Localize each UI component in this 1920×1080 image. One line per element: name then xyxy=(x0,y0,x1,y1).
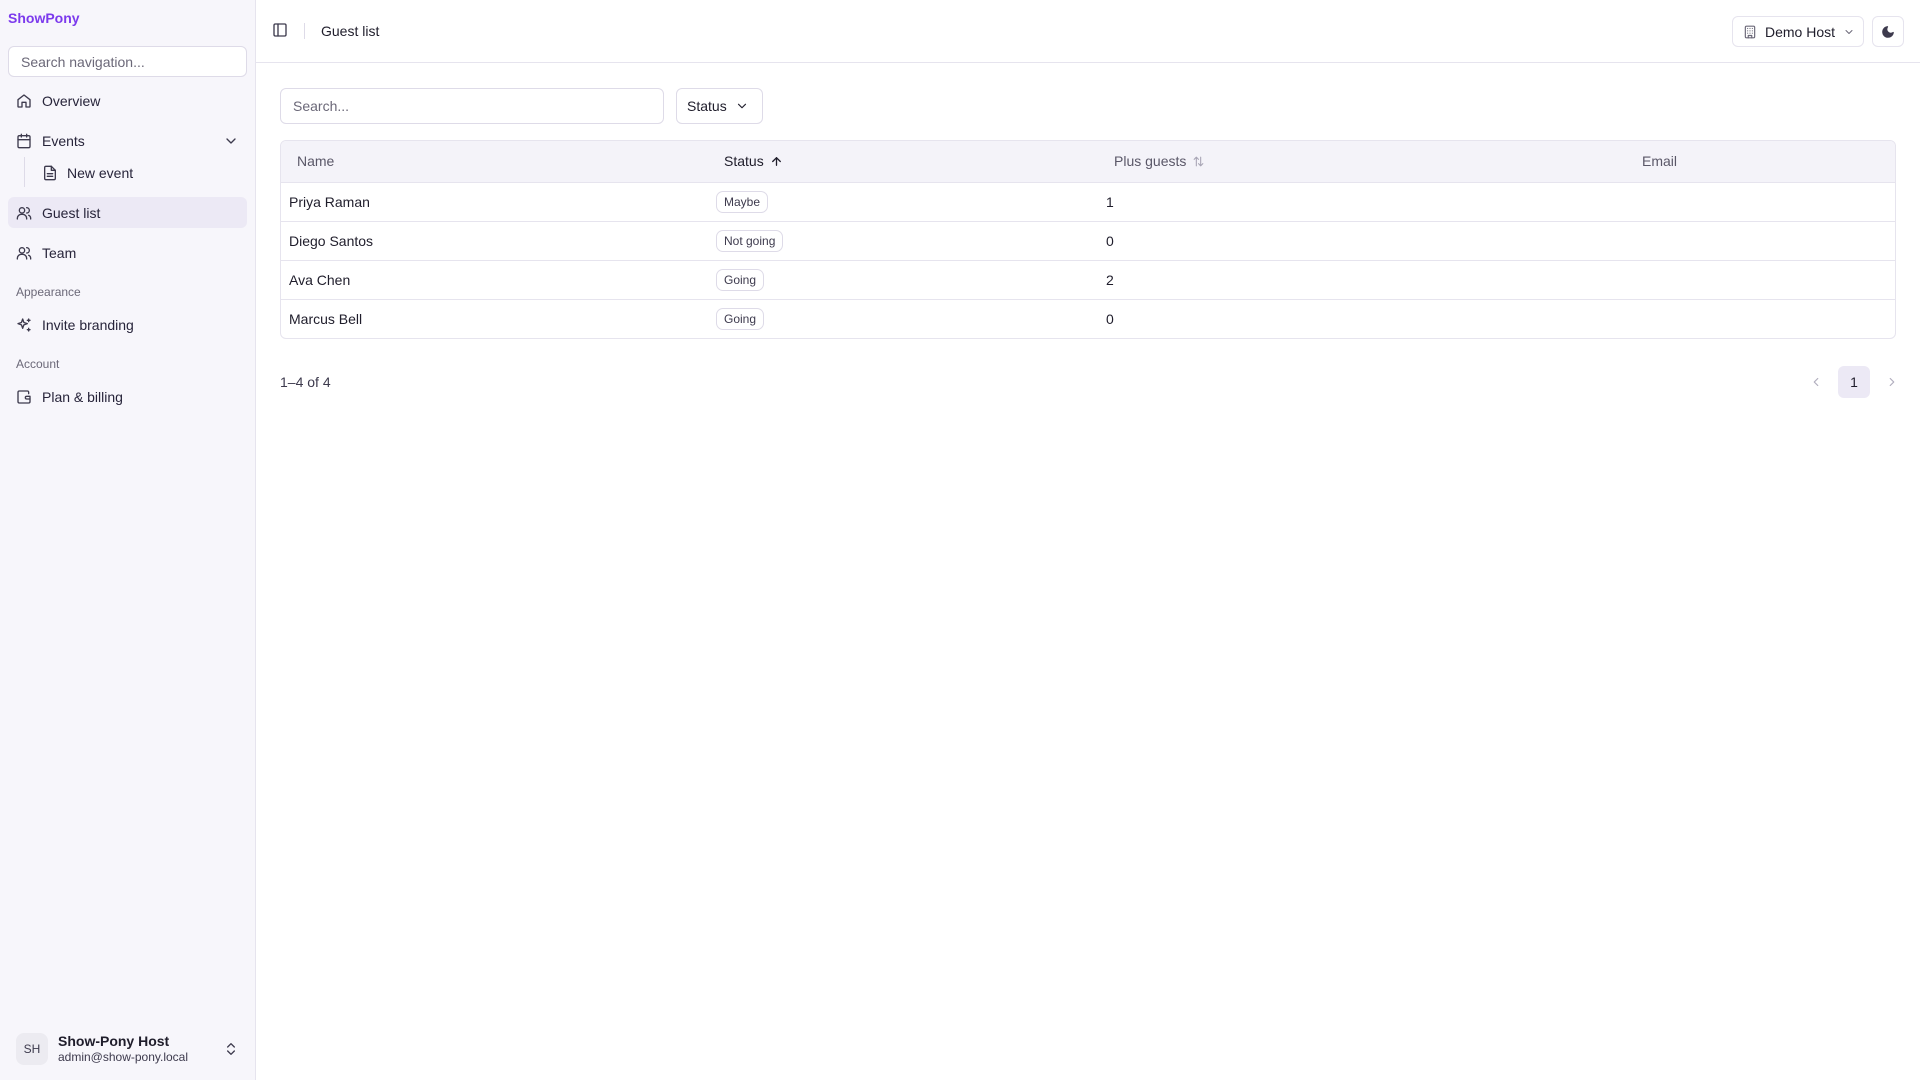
status-filter-label: Status xyxy=(687,98,727,114)
user-menu[interactable]: SH Show-Pony Host admin@show-pony.local xyxy=(8,1026,247,1072)
table-row[interactable]: Marcus Bell Going 0 xyxy=(281,299,1895,338)
sidebar-item-new-event[interactable]: New event xyxy=(40,157,247,188)
column-header-email: Email xyxy=(1626,141,1895,183)
sidebar-item-label: Invite branding xyxy=(42,316,134,333)
cell-plus-guests: 1 xyxy=(1106,193,1114,210)
top-bar: Guest list Demo Host xyxy=(256,0,1920,63)
status-badge: Going xyxy=(716,307,765,330)
table-row[interactable]: Priya Raman Maybe 1 xyxy=(281,182,1895,221)
status-badge: Not going xyxy=(716,229,784,252)
table-row[interactable]: Ava Chen Going 2 xyxy=(281,260,1895,299)
cell-plus-guests: 2 xyxy=(1106,271,1114,288)
sidebar-item-overview[interactable]: Overview xyxy=(8,85,247,116)
page-title: Guest list xyxy=(321,23,380,39)
sidebar-item-label: Overview xyxy=(42,92,101,109)
status-badge: Maybe xyxy=(716,190,769,213)
cell-plus-guests: 0 xyxy=(1106,310,1114,327)
sidebar-item-label: Guest list xyxy=(42,204,101,221)
page-number-button[interactable]: 1 xyxy=(1838,366,1870,398)
navigation-search-input[interactable] xyxy=(8,46,247,77)
cell-status: Going xyxy=(708,260,1098,299)
guest-table: Name Status Plus guests Email Priya Rama… xyxy=(280,140,1896,339)
chevron-left-icon xyxy=(1813,377,1819,387)
header-divider xyxy=(304,23,305,39)
sidebar-toggle-icon[interactable] xyxy=(272,22,288,38)
cell-email xyxy=(1626,260,1895,299)
sidebar-item-guest-list[interactable]: Guest list xyxy=(8,197,247,228)
section-label-account: Account xyxy=(16,357,60,371)
guest-search-input[interactable] xyxy=(280,88,664,124)
cell-name: Priya Raman xyxy=(289,193,370,210)
document-icon xyxy=(44,165,56,180)
cell-email xyxy=(1626,182,1895,221)
section-label-appearance: Appearance xyxy=(16,285,81,299)
calendar-icon xyxy=(17,133,31,148)
avatar: SH xyxy=(16,1033,48,1065)
sidebar-item-invite-branding[interactable]: Invite branding xyxy=(8,309,247,340)
column-header-label: Status xyxy=(724,153,764,170)
column-header-label: Name xyxy=(297,153,335,170)
cell-status: Maybe xyxy=(708,182,1098,221)
column-header-label: Email xyxy=(1642,153,1678,170)
arrow-up-icon xyxy=(771,156,781,166)
theme-toggle-button[interactable] xyxy=(1872,16,1904,47)
previous-page-button[interactable] xyxy=(1802,367,1830,397)
cell-name: Ava Chen xyxy=(289,271,351,288)
host-label: Demo Host xyxy=(1765,23,1836,40)
sidebar-item-label: Events xyxy=(42,132,85,149)
chevron-down-icon[interactable] xyxy=(223,133,239,149)
chevron-down-icon xyxy=(737,103,746,109)
host-switcher-button[interactable]: Demo Host xyxy=(1732,16,1864,47)
sidebar-item-team[interactable]: Team xyxy=(8,237,247,268)
users-icon xyxy=(16,246,32,260)
cell-plus-guests: 0 xyxy=(1106,232,1114,249)
column-header-status[interactable]: Status xyxy=(708,141,1098,183)
sparkles-icon xyxy=(17,317,31,332)
sidebar-item-label: New event xyxy=(67,164,134,181)
chevron-down-icon xyxy=(1845,29,1853,34)
users-icon xyxy=(16,206,32,220)
user-name: Show-Pony Host xyxy=(58,1033,170,1049)
chevrons-up-down-icon xyxy=(227,1043,235,1055)
column-header-plus-guests[interactable]: Plus guests xyxy=(1098,141,1626,183)
sidebar-item-label: Team xyxy=(42,244,77,261)
sidebar-item-events[interactable]: Events xyxy=(8,125,247,156)
user-email: admin@show-pony.local xyxy=(58,1050,189,1064)
sidebar-item-label: Plan & billing xyxy=(42,388,123,405)
building-icon xyxy=(1744,25,1756,38)
moon-icon xyxy=(1882,25,1894,38)
table-row[interactable]: Diego Santos Not going 0 xyxy=(281,221,1895,260)
wallet-icon xyxy=(17,389,31,404)
pagination-range: 1–4 of 4 xyxy=(280,374,331,390)
next-page-button[interactable] xyxy=(1878,367,1906,397)
cell-status: Not going xyxy=(708,221,1098,260)
status-filter-button[interactable]: Status xyxy=(676,88,763,124)
status-badge: Going xyxy=(716,268,765,291)
cell-name: Marcus Bell xyxy=(289,310,363,327)
submenu-divider xyxy=(24,157,25,187)
cell-email xyxy=(1626,221,1895,260)
sidebar-item-plan-billing[interactable]: Plan & billing xyxy=(8,381,247,412)
brand-logo[interactable]: ShowPony xyxy=(8,10,80,26)
home-icon xyxy=(17,93,31,108)
cell-status: Going xyxy=(708,299,1098,338)
chevron-right-icon xyxy=(1889,377,1895,387)
cell-email xyxy=(1626,299,1895,338)
sidebar: ShowPony Overview Events New event Guest… xyxy=(0,0,256,1080)
pagination: 1 xyxy=(1802,366,1906,398)
cell-name: Diego Santos xyxy=(289,232,374,249)
column-header-label: Plus guests xyxy=(1114,153,1187,170)
sort-arrows-icon xyxy=(1194,156,1204,167)
column-header-name: Name xyxy=(281,141,708,183)
table-header-row: Name Status Plus guests Email xyxy=(281,141,1895,183)
